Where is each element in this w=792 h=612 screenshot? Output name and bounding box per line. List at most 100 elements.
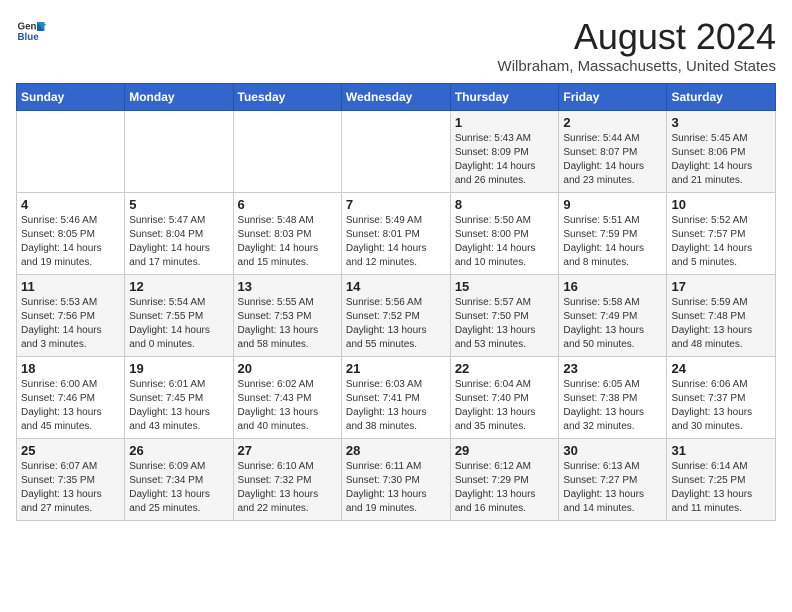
day-number: 20 [238, 361, 337, 376]
day-cell [17, 111, 125, 193]
day-number: 26 [129, 443, 228, 458]
day-info: Sunrise: 6:04 AM Sunset: 7:40 PM Dayligh… [455, 378, 555, 434]
day-info: Sunrise: 6:02 AM Sunset: 7:43 PM Dayligh… [238, 378, 337, 434]
day-cell: 13 Sunrise: 5:55 AM Sunset: 7:53 PM Dayli… [233, 275, 341, 357]
weekday-header-row: SundayMondayTuesdayWednesdayThursdayFrid… [17, 84, 776, 111]
day-number: 28 [346, 443, 446, 458]
week-row-5: 25 Sunrise: 6:07 AM Sunset: 7:35 PM Dayli… [17, 439, 776, 521]
day-cell: 18 Sunrise: 6:00 AM Sunset: 7:46 PM Dayli… [17, 357, 125, 439]
svg-text:Blue: Blue [18, 32, 40, 43]
day-number: 3 [671, 115, 771, 130]
day-info: Sunrise: 5:45 AM Sunset: 8:06 PM Dayligh… [671, 132, 771, 188]
day-info: Sunrise: 5:52 AM Sunset: 7:57 PM Dayligh… [671, 214, 771, 270]
day-cell: 28Sunrise: 6:11 AM Sunset: 7:30 PM Dayli… [341, 439, 450, 521]
day-number: 10 [671, 197, 771, 212]
day-cell: 2Sunrise: 5:44 AM Sunset: 8:07 PM Daylig… [559, 111, 667, 193]
weekday-header-tuesday: Tuesday [233, 84, 341, 111]
day-number: 14 [346, 279, 446, 294]
weekday-header-monday: Monday [125, 84, 233, 111]
day-cell [233, 111, 341, 193]
day-number: 13 [238, 279, 337, 294]
day-cell: 19 Sunrise: 6:01 AM Sunset: 7:45 PM Dayli… [125, 357, 233, 439]
day-info: Sunrise: 5:59 AM Sunset: 7:48 PM Dayligh… [671, 296, 771, 352]
day-cell: 29Sunrise: 6:12 AM Sunset: 7:29 PM Dayli… [450, 439, 559, 521]
day-info: Sunrise: 5:48 AM Sunset: 8:03 PM Dayligh… [238, 214, 337, 270]
day-info: Sunrise: 6:01 AM Sunset: 7:45 PM Dayligh… [129, 378, 228, 434]
day-cell: 17 Sunrise: 5:59 AM Sunset: 7:48 PM Dayli… [667, 275, 776, 357]
day-number: 16 [563, 279, 662, 294]
day-cell: 26 Sunrise: 6:09 AM Sunset: 7:34 PM Dayli… [125, 439, 233, 521]
day-info: Sunrise: 5:50 AM Sunset: 8:00 PM Dayligh… [455, 214, 555, 270]
day-info: Sunrise: 5:44 AM Sunset: 8:07 PM Dayligh… [563, 132, 662, 188]
day-cell: 6Sunrise: 5:48 AM Sunset: 8:03 PM Daylig… [233, 193, 341, 275]
day-number: 30 [563, 443, 662, 458]
day-number: 27 [238, 443, 337, 458]
day-info: Sunrise: 5:43 AM Sunset: 8:09 PM Dayligh… [455, 132, 555, 188]
location-title: Wilbraham, Massachusetts, United States [498, 58, 776, 75]
day-info: Sunrise: 6:10 AM Sunset: 7:32 PM Dayligh… [238, 460, 337, 516]
day-cell: 30 Sunrise: 6:13 AM Sunset: 7:27 PM Dayli… [559, 439, 667, 521]
weekday-header-friday: Friday [559, 84, 667, 111]
day-number: 19 [129, 361, 228, 376]
day-info: Sunrise: 5:57 AM Sunset: 7:50 PM Dayligh… [455, 296, 555, 352]
day-info: Sunrise: 6:07 AM Sunset: 7:35 PM Dayligh… [21, 460, 120, 516]
day-number: 12 [129, 279, 228, 294]
calendar-body: 1 Sunrise: 5:43 AM Sunset: 8:09 PM Daylig… [17, 111, 776, 521]
day-cell: 10 Sunrise: 5:52 AM Sunset: 7:57 PM Dayli… [667, 193, 776, 275]
day-cell: 1 Sunrise: 5:43 AM Sunset: 8:09 PM Daylig… [450, 111, 559, 193]
day-info: Sunrise: 5:55 AM Sunset: 7:53 PM Dayligh… [238, 296, 337, 352]
day-number: 9 [563, 197, 662, 212]
weekday-header-sunday: Sunday [17, 84, 125, 111]
day-cell: 5Sunrise: 5:47 AM Sunset: 8:04 PM Daylig… [125, 193, 233, 275]
day-cell: 3 Sunrise: 5:45 AM Sunset: 8:06 PM Daylig… [667, 111, 776, 193]
day-cell: 11Sunrise: 5:53 AM Sunset: 7:56 PM Dayli… [17, 275, 125, 357]
day-cell: 8Sunrise: 5:50 AM Sunset: 8:00 PM Daylig… [450, 193, 559, 275]
week-row-4: 18 Sunrise: 6:00 AM Sunset: 7:46 PM Dayli… [17, 357, 776, 439]
day-cell [125, 111, 233, 193]
week-row-2: 4Sunrise: 5:46 AM Sunset: 8:05 PM Daylig… [17, 193, 776, 275]
day-number: 1 [455, 115, 555, 130]
page-header: General Blue August 2024 Wilbraham, Mass… [16, 16, 776, 75]
day-cell [341, 111, 450, 193]
day-cell: 24 Sunrise: 6:06 AM Sunset: 7:37 PM Dayli… [667, 357, 776, 439]
day-cell: 20 Sunrise: 6:02 AM Sunset: 7:43 PM Dayli… [233, 357, 341, 439]
day-number: 18 [21, 361, 120, 376]
day-number: 22 [455, 361, 555, 376]
day-info: Sunrise: 5:54 AM Sunset: 7:55 PM Dayligh… [129, 296, 228, 352]
day-number: 17 [671, 279, 771, 294]
day-info: Sunrise: 6:03 AM Sunset: 7:41 PM Dayligh… [346, 378, 446, 434]
day-info: Sunrise: 6:09 AM Sunset: 7:34 PM Dayligh… [129, 460, 228, 516]
day-number: 5 [129, 197, 228, 212]
day-number: 4 [21, 197, 120, 212]
month-title: August 2024 [498, 16, 776, 58]
day-cell: 22 Sunrise: 6:04 AM Sunset: 7:40 PM Dayli… [450, 357, 559, 439]
day-cell: 16 Sunrise: 5:58 AM Sunset: 7:49 PM Dayli… [559, 275, 667, 357]
day-cell: 25 Sunrise: 6:07 AM Sunset: 7:35 PM Dayli… [17, 439, 125, 521]
day-cell: 21 Sunrise: 6:03 AM Sunset: 7:41 PM Dayli… [341, 357, 450, 439]
week-row-1: 1 Sunrise: 5:43 AM Sunset: 8:09 PM Daylig… [17, 111, 776, 193]
day-cell: 27 Sunrise: 6:10 AM Sunset: 7:32 PM Dayli… [233, 439, 341, 521]
day-number: 23 [563, 361, 662, 376]
day-info: Sunrise: 6:06 AM Sunset: 7:37 PM Dayligh… [671, 378, 771, 434]
day-info: Sunrise: 5:51 AM Sunset: 7:59 PM Dayligh… [563, 214, 662, 270]
day-info: Sunrise: 6:00 AM Sunset: 7:46 PM Dayligh… [21, 378, 120, 434]
day-number: 21 [346, 361, 446, 376]
logo-icon: General Blue [16, 16, 46, 46]
day-info: Sunrise: 6:13 AM Sunset: 7:27 PM Dayligh… [563, 460, 662, 516]
logo: General Blue [16, 16, 46, 46]
day-number: 25 [21, 443, 120, 458]
day-info: Sunrise: 5:58 AM Sunset: 7:49 PM Dayligh… [563, 296, 662, 352]
day-cell: 4Sunrise: 5:46 AM Sunset: 8:05 PM Daylig… [17, 193, 125, 275]
weekday-header-wednesday: Wednesday [341, 84, 450, 111]
week-row-3: 11Sunrise: 5:53 AM Sunset: 7:56 PM Dayli… [17, 275, 776, 357]
title-area: August 2024 Wilbraham, Massachusetts, Un… [498, 16, 776, 75]
day-cell: 23 Sunrise: 6:05 AM Sunset: 7:38 PM Dayli… [559, 357, 667, 439]
day-cell: 7Sunrise: 5:49 AM Sunset: 8:01 PM Daylig… [341, 193, 450, 275]
day-number: 7 [346, 197, 446, 212]
weekday-header-saturday: Saturday [667, 84, 776, 111]
day-info: Sunrise: 6:05 AM Sunset: 7:38 PM Dayligh… [563, 378, 662, 434]
day-cell: 14 Sunrise: 5:56 AM Sunset: 7:52 PM Dayli… [341, 275, 450, 357]
day-info: Sunrise: 5:56 AM Sunset: 7:52 PM Dayligh… [346, 296, 446, 352]
day-cell: 12 Sunrise: 5:54 AM Sunset: 7:55 PM Dayli… [125, 275, 233, 357]
day-number: 24 [671, 361, 771, 376]
